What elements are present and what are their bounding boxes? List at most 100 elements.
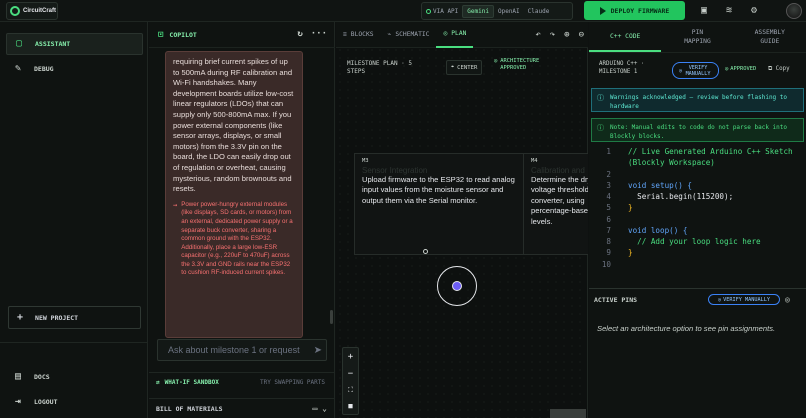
check-circle-icon: ◎ bbox=[725, 66, 729, 72]
left-sidebar: ▢ ASSISTANT ✎ DEBUG + NEW PROJECT ▤ DOCS… bbox=[0, 22, 148, 418]
info-icon: ⓘ bbox=[597, 94, 604, 102]
undo-icon[interactable]: ↶ bbox=[535, 30, 540, 40]
node-title: Calibration and bbox=[531, 166, 585, 175]
center-button[interactable]: ⌖ CENTER bbox=[446, 60, 483, 75]
redo-icon[interactable]: ↷ bbox=[550, 30, 555, 40]
chevron-down-icon: ▭ ⌄ bbox=[312, 404, 327, 413]
cursor-icon bbox=[452, 281, 462, 291]
sidebar-item-docs[interactable]: ▤ DOCS bbox=[6, 366, 143, 388]
avatar[interactable] bbox=[786, 3, 802, 19]
model-gemini-button[interactable]: Gemini bbox=[462, 4, 494, 18]
pins-divider bbox=[589, 288, 806, 289]
check-circle-icon[interactable]: ◎ bbox=[785, 295, 790, 304]
tab-assembly-guide[interactable]: ASSEMBLY GUIDE bbox=[734, 22, 806, 52]
model-openai-button[interactable]: OpenAI bbox=[494, 6, 524, 17]
tab-cpp-code[interactable]: C++ CODE bbox=[589, 22, 662, 52]
code-line: 2 bbox=[606, 169, 611, 179]
crosshair-icon: ⌖ bbox=[451, 64, 455, 70]
node-description: Determine the dry voltage threshold conv… bbox=[531, 175, 588, 226]
node-title: Sensor Integration bbox=[362, 166, 428, 175]
canvas-toolbar: ↶ ↷ ⊕ ⊖ bbox=[535, 30, 584, 40]
sidebar-item-debug[interactable]: ✎ DEBUG bbox=[6, 58, 143, 80]
active-pins-title: ACTIVE PINS bbox=[594, 296, 638, 304]
code-line: 7 void loop() { bbox=[606, 226, 688, 235]
code-line: 8 // Add your loop logic here bbox=[606, 237, 761, 246]
code-line: 3 void setup() { bbox=[606, 181, 693, 190]
fit-view-icon[interactable]: ⛶ bbox=[348, 386, 353, 395]
app-root: CircuitCraft VIA API Gemini OpenAI Claud… bbox=[0, 0, 806, 418]
milestone-node-m4[interactable]: M4 Calibration and Determine the dry vol… bbox=[523, 153, 588, 255]
sidebar-item-logout[interactable]: ⇥ LOGOUT bbox=[6, 391, 143, 413]
logout-icon: ⇥ bbox=[14, 396, 22, 407]
sidebar-divider bbox=[0, 342, 148, 343]
chip-icon[interactable]: ▣ bbox=[698, 5, 710, 17]
tab-blocks[interactable]: ≡ BLOCKS bbox=[336, 22, 381, 48]
wifi-icon[interactable]: ≋ bbox=[723, 5, 735, 17]
assistant-message: requiring brief current spikes of up to … bbox=[165, 51, 303, 338]
copilot-input[interactable]: Ask about milestone 1 or request ➤ bbox=[157, 339, 327, 361]
zoom-plus-icon[interactable]: + bbox=[348, 352, 353, 362]
top-bar: CircuitCraft VIA API Gemini OpenAI Claud… bbox=[0, 0, 806, 22]
node-id: M3 bbox=[362, 158, 369, 164]
node-handle-bottom[interactable] bbox=[423, 249, 428, 254]
refresh-icon[interactable]: ↻ bbox=[297, 29, 302, 39]
code-line: 1// Live Generated Arduino C++ Sketch bbox=[606, 147, 793, 156]
approved-status: ◎ APPROVED bbox=[725, 66, 757, 72]
api-status-icon bbox=[426, 8, 431, 14]
send-icon[interactable]: ➤ bbox=[314, 345, 322, 356]
play-icon bbox=[599, 6, 606, 15]
sidebar-item-assistant[interactable]: ▢ ASSISTANT bbox=[6, 33, 143, 55]
architecture-approved-tag: ◎ ARCHITECTURE APPROVED bbox=[494, 58, 540, 71]
milestone-plan-header: MILESTONE PLAN · 5 STEPS bbox=[347, 60, 413, 75]
lock-icon[interactable]: ■ bbox=[348, 402, 352, 410]
deploy-firmware-button[interactable]: DEPLOY FIRMWARE bbox=[584, 1, 685, 20]
tab-pin-mapping[interactable]: PIN MAPPING bbox=[661, 22, 733, 52]
arrow-right-icon: → bbox=[173, 200, 178, 209]
app-name: CircuitCraft bbox=[23, 8, 57, 14]
via-api-label: VIA API bbox=[422, 8, 462, 15]
zoom-in-icon[interactable]: ⊕ bbox=[564, 30, 569, 40]
code-line: (Blockly Workspace) bbox=[628, 158, 715, 167]
model-selector: VIA API Gemini OpenAI Claude bbox=[421, 2, 573, 20]
pins-verify-button[interactable]: ◎ VERIFY MANUALLY bbox=[708, 294, 780, 305]
swap-icon: ⇄ bbox=[156, 379, 160, 386]
plan-icon: ◎ bbox=[443, 30, 448, 37]
plus-icon: + bbox=[17, 312, 24, 323]
code-line: 4 Serial.begin(115200); bbox=[606, 192, 734, 201]
verify-manually-button[interactable]: ◎ VERIFY MANUALLY bbox=[672, 62, 719, 79]
copy-button[interactable]: ⧉ Copy bbox=[768, 66, 790, 73]
tab-plan[interactable]: ◎ PLAN bbox=[436, 22, 474, 48]
model-claude-button[interactable]: Claude bbox=[524, 6, 554, 17]
wrench-icon: ✎ bbox=[14, 63, 22, 74]
node-description: Upload firmware to the ESP32 to read ana… bbox=[362, 175, 515, 205]
schematic-icon: ⌁ bbox=[387, 31, 392, 38]
new-project-button[interactable]: + NEW PROJECT bbox=[8, 306, 141, 329]
code-panel-tabs: C++ CODE PIN MAPPING ASSEMBLY GUIDE bbox=[589, 22, 806, 53]
minimap[interactable] bbox=[550, 409, 586, 418]
note-banner: ⓘ Note: Manual edits to code do not parse… bbox=[591, 118, 804, 142]
check-circle-icon: ◎ bbox=[678, 67, 683, 74]
app-logo[interactable]: CircuitCraft bbox=[6, 2, 58, 20]
code-line: 10 bbox=[601, 259, 611, 269]
code-line: 6 bbox=[606, 214, 611, 224]
blocks-icon: ≡ bbox=[343, 31, 347, 38]
zoom-out-icon[interactable]: ⊖ bbox=[579, 30, 584, 40]
code-line: 9} bbox=[606, 248, 633, 257]
what-if-sandbox[interactable]: ⇄ WHAT-IF SANDBOX TRY SWAPPING PARTS bbox=[149, 372, 335, 392]
milestone-node-m3[interactable]: M3 Sensor Integration Upload firmware to… bbox=[354, 153, 526, 255]
zoom-controls: + − ⛶ ■ bbox=[342, 347, 359, 415]
tab-schematic[interactable]: ⌁ SCHEMATIC bbox=[381, 22, 437, 48]
code-line: 5} bbox=[606, 203, 633, 212]
zoom-minus-icon[interactable]: − bbox=[348, 369, 353, 379]
code-editor[interactable]: 1// Live Generated Arduino C++ Sketch (B… bbox=[589, 146, 806, 286]
warning-banner: ⓘ Warnings acknowledged — review before f… bbox=[591, 88, 804, 112]
bill-of-materials-toggle[interactable]: BILL OF MATERIALS ▭ ⌄ bbox=[149, 398, 335, 418]
canvas-tabs: ≡ BLOCKS ⌁ SCHEMATIC ◎ PLAN ↶ ↷ ⊕ ⊖ bbox=[336, 22, 588, 48]
book-icon: ▤ bbox=[14, 371, 22, 382]
check-circle-icon: ◎ bbox=[718, 296, 722, 303]
copy-icon: ⧉ bbox=[768, 66, 773, 72]
gear-icon[interactable]: ⚙ bbox=[748, 5, 760, 17]
copilot-header: ⊡ COPILOT ↻ ··· bbox=[149, 22, 335, 48]
copilot-scrollbar[interactable] bbox=[330, 310, 333, 324]
more-icon[interactable]: ··· bbox=[311, 29, 327, 39]
